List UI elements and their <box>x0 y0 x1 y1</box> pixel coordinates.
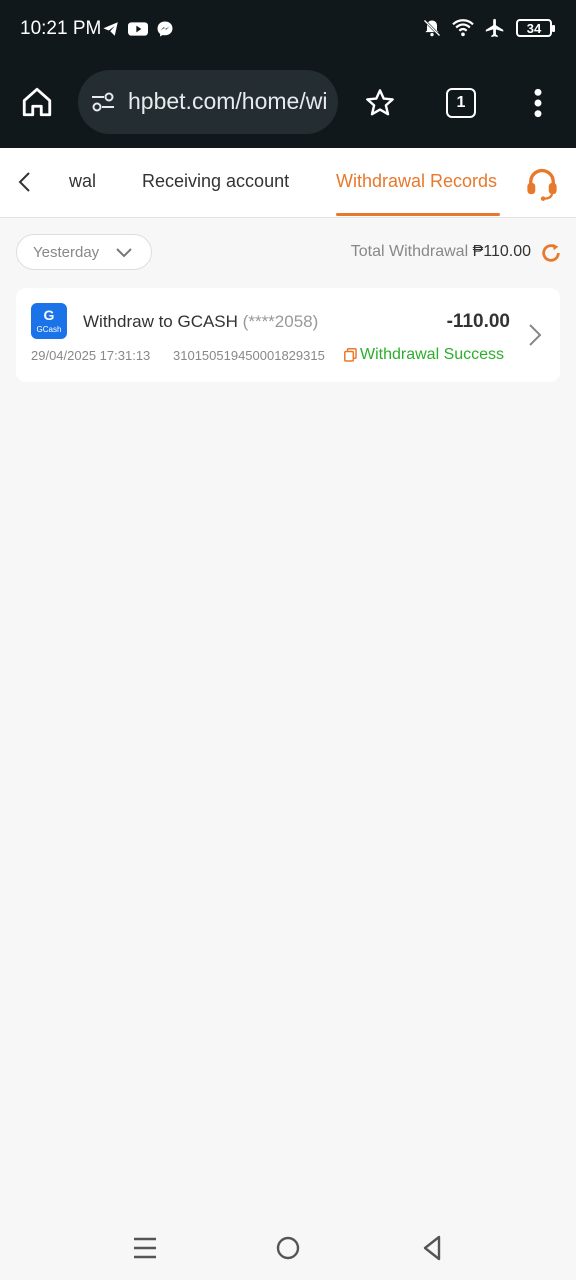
home-circle-icon[interactable] <box>276 1236 300 1260</box>
status-app-icons <box>102 20 174 38</box>
gcash-logo-mark: G <box>43 307 55 323</box>
total-withdrawal-label: Total Withdrawal <box>350 243 469 260</box>
refresh-icon <box>542 243 560 262</box>
wifi-icon <box>452 19 474 37</box>
battery-level: 34 <box>526 20 542 36</box>
telegram-icon <box>103 22 118 36</box>
date-range-dropdown[interactable]: Yesterday <box>16 234 152 270</box>
record-order-id: 3101505194500018293​15 <box>173 348 325 363</box>
system-navigation-bar <box>0 1220 576 1280</box>
airplane-icon <box>485 18 504 38</box>
bookmark-button[interactable] <box>364 87 396 124</box>
browser-toolbar: hpbet.com/home/wi 1 <box>0 60 576 148</box>
record-amount: -110.00 <box>446 311 510 332</box>
browser-home-button[interactable] <box>20 85 54 124</box>
active-tab-indicator <box>336 213 500 216</box>
battery-icon: 34 <box>516 19 555 37</box>
record-destination: Withdraw to GCASH <box>83 312 238 331</box>
more-vertical-icon <box>534 88 542 118</box>
refresh-button[interactable] <box>540 242 562 269</box>
chevron-right-icon <box>529 324 542 346</box>
status-bar: 10:21 PM 34 <box>0 0 576 60</box>
youtube-icon <box>128 22 148 36</box>
customer-support-button[interactable] <box>524 166 560 207</box>
browser-menu-button[interactable] <box>528 87 548 124</box>
gcash-logo-text: GCash <box>36 325 62 334</box>
back-triangle-icon[interactable] <box>421 1235 443 1261</box>
status-system-icons: 34 <box>422 17 555 39</box>
messenger-icon <box>157 21 173 37</box>
page-tab-header: wal Receiving account Withdrawal Records <box>0 148 576 218</box>
tab-switcher-button[interactable]: 1 <box>446 88 476 118</box>
date-range-value: Yesterday <box>33 244 100 261</box>
record-status-text: Withdrawal Success <box>360 346 505 363</box>
gcash-logo: G GCash <box>31 303 67 339</box>
mute-notifications-icon <box>423 19 441 37</box>
back-button[interactable] <box>14 170 38 199</box>
record-title: Withdraw to GCASH (****2058) <box>83 312 318 332</box>
total-withdrawal-amount: ₱110.00 <box>472 243 531 260</box>
withdrawal-record-card[interactable]: G GCash Withdraw to GCASH (****2058) -11… <box>16 288 560 382</box>
url-text[interactable]: hpbet.com/home/wi <box>128 88 327 115</box>
tab-withdrawal-records[interactable]: Withdrawal Records <box>336 171 497 192</box>
record-account-mask: (****2058) <box>242 312 319 331</box>
address-bar[interactable]: hpbet.com/home/wi <box>78 70 338 134</box>
chevron-down-icon <box>116 248 132 258</box>
copy-icon[interactable] <box>344 348 357 362</box>
recents-menu-icon[interactable] <box>133 1236 157 1260</box>
headset-icon <box>527 168 557 201</box>
total-withdrawal: Total Withdrawal ₱110.00 <box>351 243 531 261</box>
home-icon <box>22 87 52 117</box>
star-icon <box>366 89 394 116</box>
record-status: Withdrawal Success <box>344 346 504 364</box>
tab-count: 1 <box>456 94 466 111</box>
status-time: 10:21 PM <box>20 18 102 39</box>
record-datetime: 29/04/2025 17:31:13 <box>31 348 151 363</box>
tab-withdrawal[interactable]: wal <box>69 171 96 192</box>
site-settings-icon[interactable] <box>90 90 116 114</box>
tab-receiving-account[interactable]: Receiving account <box>142 171 289 192</box>
chevron-left-icon <box>18 172 30 192</box>
